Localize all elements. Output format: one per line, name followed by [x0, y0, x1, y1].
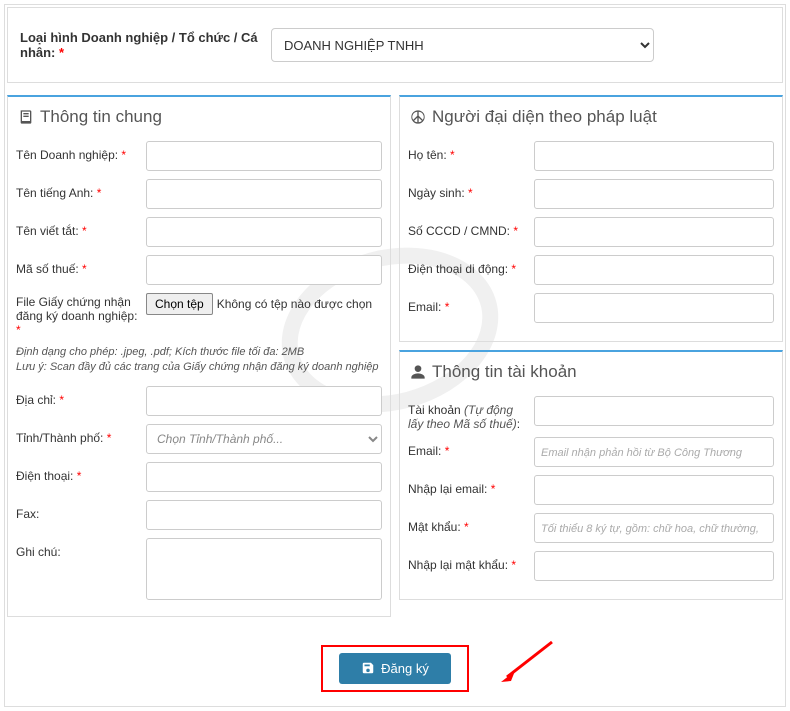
id-label: Số CCCD / CMND: * — [408, 217, 534, 238]
account-label: Tài khoản (Tự động lấy theo Mã số thuế): — [408, 396, 534, 431]
account-input[interactable] — [534, 396, 774, 426]
address-label: Địa chỉ: * — [16, 386, 146, 407]
note-textarea[interactable] — [146, 538, 382, 600]
representative-panel: Người đại diện theo pháp luật Họ tên: * … — [399, 95, 783, 342]
address-input[interactable] — [146, 386, 382, 416]
tax-code-input[interactable] — [146, 255, 382, 285]
short-name-input[interactable] — [146, 217, 382, 247]
password-label: Mật khẩu: * — [408, 513, 534, 534]
province-label: Tỉnh/Thành phố: * — [16, 424, 146, 445]
company-name-input[interactable] — [146, 141, 382, 171]
book-icon — [18, 109, 34, 125]
account-email-label: Email: * — [408, 437, 534, 458]
representative-header: Người đại diện theo pháp luật — [400, 97, 782, 137]
phone-input[interactable] — [146, 462, 382, 492]
reemail-label: Nhập lại email: * — [408, 475, 534, 496]
save-icon — [361, 661, 375, 675]
business-type-label: Loại hình Doanh nghiệp / Tổ chức / Cá nh… — [16, 30, 271, 60]
account-email-input[interactable] — [534, 437, 774, 467]
rep-email-input[interactable] — [534, 293, 774, 323]
fax-input[interactable] — [146, 500, 382, 530]
general-info-panel: Thông tin chung Tên Doanh nghiệp: * Tên … — [7, 95, 391, 617]
phone-label: Điện thoại: * — [16, 462, 146, 483]
company-name-label: Tên Doanh nghiệp: * — [16, 141, 146, 162]
user-icon — [410, 364, 426, 380]
file-none-text: Không có tệp nào được chọn — [217, 297, 372, 311]
peace-icon — [410, 109, 426, 125]
dob-label: Ngày sinh: * — [408, 179, 534, 200]
general-info-header: Thông tin chung — [8, 97, 390, 137]
fax-label: Fax: — [16, 500, 146, 521]
form-container: Loại hình Doanh nghiệp / Tổ chức / Cá nh… — [4, 4, 786, 707]
business-type-section: Loại hình Doanh nghiệp / Tổ chức / Cá nh… — [7, 7, 783, 83]
arrow-annotation — [497, 637, 557, 687]
reemail-input[interactable] — [534, 475, 774, 505]
business-type-select[interactable]: DOANH NGHIỆP TNHH — [271, 28, 654, 62]
submit-highlight: Đăng ký — [321, 645, 469, 692]
mobile-label: Điện thoại di động: * — [408, 255, 534, 276]
account-header: Thông tin tài khoản — [400, 352, 782, 392]
dob-input[interactable] — [534, 179, 774, 209]
file-hint: Định dạng cho phép: .jpeg, .pdf; Kích th… — [16, 345, 382, 376]
repassword-label: Nhập lại mật khẩu: * — [408, 551, 534, 572]
rep-email-label: Email: * — [408, 293, 534, 314]
id-input[interactable] — [534, 217, 774, 247]
file-label: File Giấy chứng nhận đăng ký doanh nghiệ… — [16, 293, 146, 337]
province-select[interactable]: Chọn Tỉnh/Thành phố... — [146, 424, 382, 454]
submit-area: Đăng ký — [7, 645, 783, 692]
file-choose-button[interactable]: Chọn tệp — [146, 293, 213, 315]
mobile-input[interactable] — [534, 255, 774, 285]
note-label: Ghi chú: — [16, 538, 146, 559]
submit-button[interactable]: Đăng ký — [339, 653, 451, 684]
repassword-input[interactable] — [534, 551, 774, 581]
fullname-label: Họ tên: * — [408, 141, 534, 162]
account-panel: Thông tin tài khoản Tài khoản (Tự động l… — [399, 350, 783, 600]
tax-code-label: Mã số thuế: * — [16, 255, 146, 276]
short-name-label: Tên viết tắt: * — [16, 217, 146, 238]
password-input[interactable] — [534, 513, 774, 543]
fullname-input[interactable] — [534, 141, 774, 171]
english-name-label: Tên tiếng Anh: * — [16, 179, 146, 200]
english-name-input[interactable] — [146, 179, 382, 209]
